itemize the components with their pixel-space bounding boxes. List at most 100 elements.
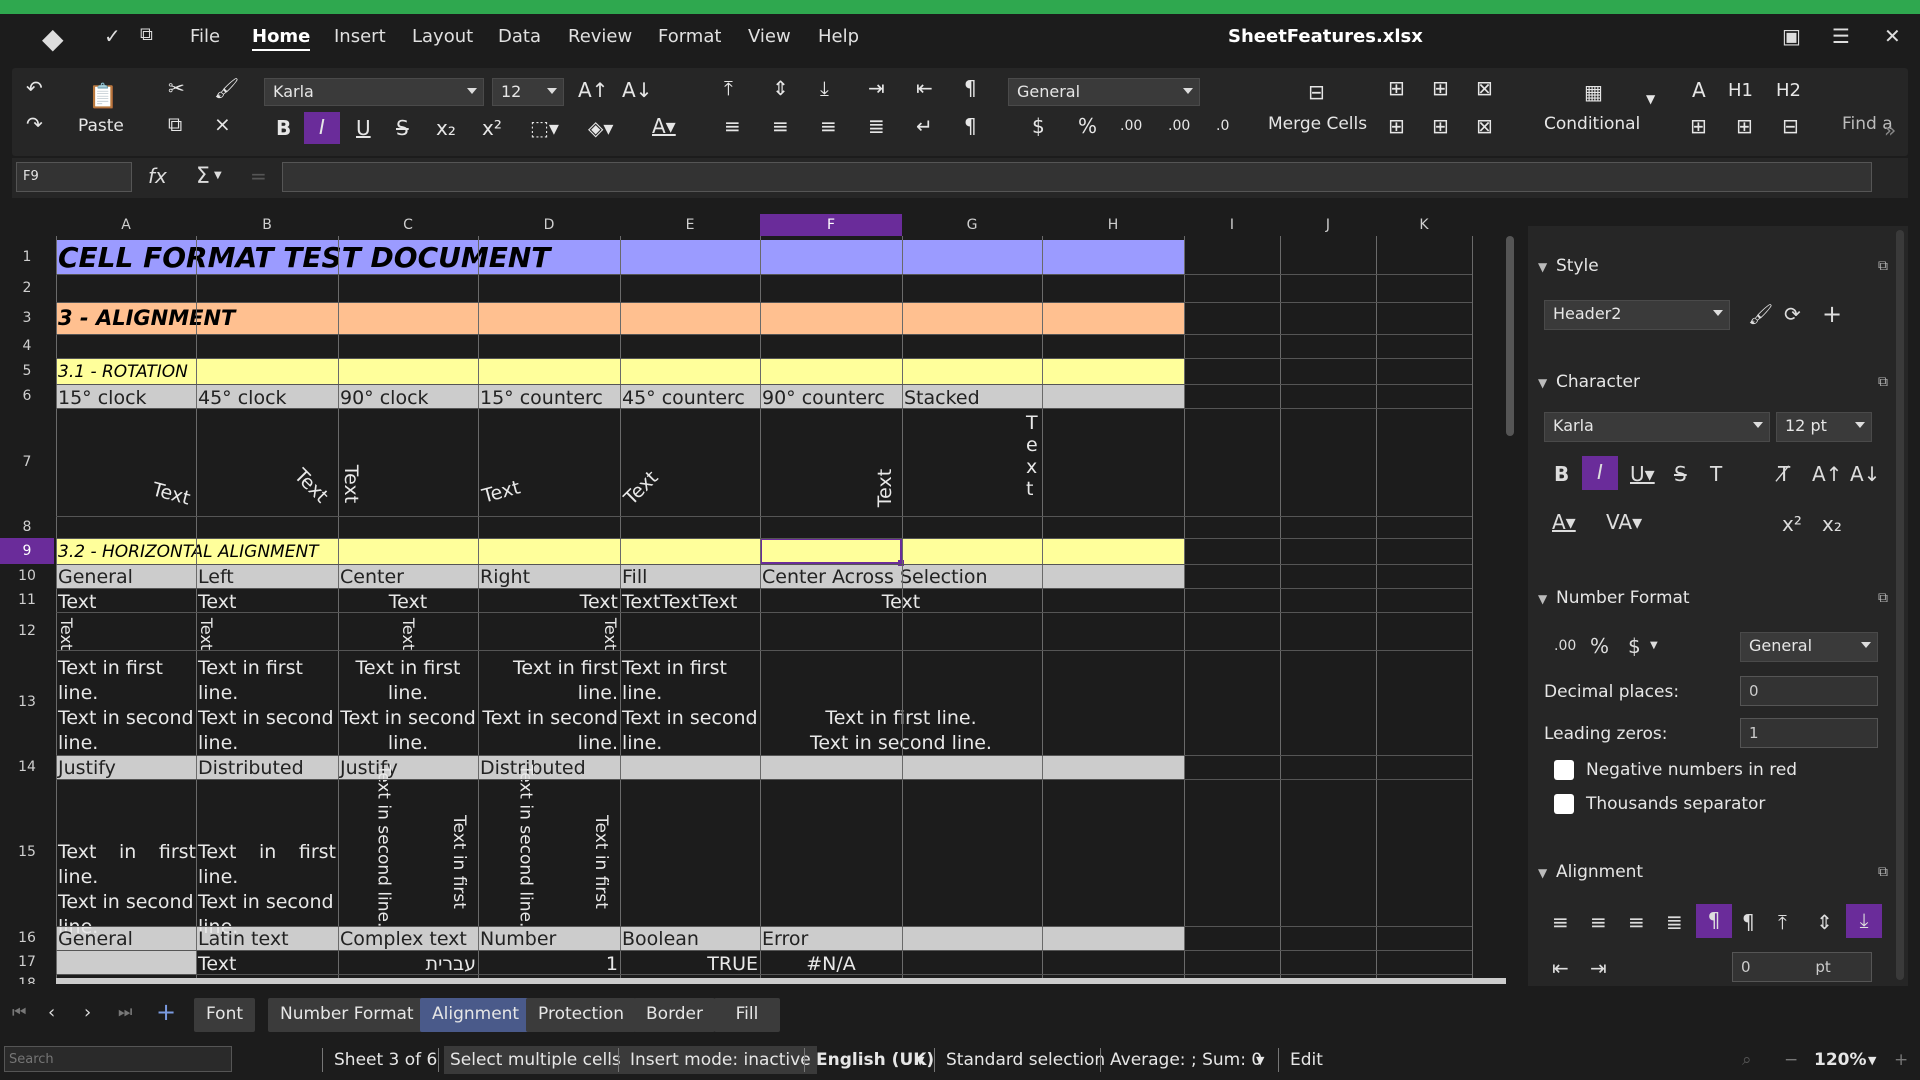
cell-d7[interactable]: Text: [480, 475, 523, 508]
menu-layout[interactable]: Layout: [412, 26, 473, 47]
column-header[interactable]: E: [620, 214, 760, 236]
menu-insert[interactable]: Insert: [334, 26, 386, 47]
summary-dropdown-icon[interactable]: ▼: [1256, 1054, 1264, 1067]
expand-style-icon[interactable]: ⧉: [1878, 258, 1888, 274]
paste-label[interactable]: Paste: [78, 116, 124, 136]
tab-border[interactable]: Border: [634, 998, 715, 1032]
tab-protection[interactable]: Protection: [526, 998, 637, 1032]
grow-font-icon[interactable]: A↑: [578, 78, 608, 102]
remove-decimal-button[interactable]: .0: [1216, 118, 1229, 134]
row-header[interactable]: 13: [0, 650, 54, 755]
shrink-font-icon[interactable]: A↓: [622, 78, 652, 102]
paint-style-icon[interactable]: 🖌: [1748, 302, 1773, 326]
app-logo-icon[interactable]: ◆: [42, 22, 64, 55]
char-font-combo[interactable]: Karla: [1544, 412, 1770, 442]
cell-d10[interactable]: Right: [480, 565, 530, 589]
cell-d15-vert-b[interactable]: Text in first: [589, 815, 613, 909]
rtl-icon[interactable]: ¶: [1742, 910, 1755, 934]
sheet-indicator[interactable]: Sheet 3 of 6: [334, 1050, 437, 1070]
style-combo[interactable]: Header2: [1544, 300, 1730, 330]
row-header[interactable]: 9: [0, 538, 54, 564]
cell-e10[interactable]: Fill: [622, 565, 647, 589]
align-right-icon[interactable]: ≡: [1628, 910, 1645, 934]
justify-icon[interactable]: ≣: [1666, 910, 1683, 934]
row-header[interactable]: 7: [0, 408, 54, 516]
ltr-icon[interactable]: ¶: [1696, 904, 1732, 938]
align-bottom-icon[interactable]: ⤓: [820, 76, 829, 100]
cell-b7[interactable]: Text: [289, 464, 333, 508]
cell-d6[interactable]: 15° counterc: [480, 386, 603, 410]
cell-c6[interactable]: 90° clock: [340, 386, 429, 410]
conditional-format-icon[interactable]: ▦: [1584, 80, 1603, 104]
grow-font-icon[interactable]: A↑: [1812, 462, 1842, 486]
align-left-icon[interactable]: ≡: [1552, 910, 1569, 934]
cell-b13-l4[interactable]: line.: [198, 731, 238, 755]
cell-c13-l3[interactable]: Text in second: [338, 706, 478, 730]
cell-c13-l1[interactable]: Text in first: [338, 656, 478, 680]
cell-a6[interactable]: 15° clock: [58, 386, 147, 410]
style-h1-button[interactable]: H1: [1728, 80, 1753, 101]
percent-icon[interactable]: %: [1590, 634, 1609, 658]
zoom-out-icon[interactable]: −: [1784, 1050, 1798, 1070]
cell-b15-l1[interactable]: Text in first: [198, 840, 336, 864]
number-format-section-head[interactable]: Number Format: [1556, 588, 1690, 608]
tab-alignment[interactable]: Alignment: [420, 998, 532, 1032]
subscript-icon[interactable]: x₂: [436, 116, 456, 140]
cell-d12[interactable]: Text: [598, 618, 622, 650]
cell-a13-l4[interactable]: line.: [58, 731, 98, 755]
row-header[interactable]: 16: [0, 926, 54, 950]
menu-format[interactable]: Format: [658, 26, 721, 47]
column-header[interactable]: B: [196, 214, 338, 236]
insert-col-after-icon[interactable]: ⊞: [1432, 114, 1449, 138]
strikethrough-icon[interactable]: S: [1674, 462, 1687, 486]
insert-row-above-icon[interactable]: ⊞: [1388, 76, 1405, 100]
row-header[interactable]: 1: [0, 240, 54, 274]
column-header[interactable]: G: [902, 214, 1042, 236]
cell-a13-l2[interactable]: line.: [58, 681, 98, 705]
column-header[interactable]: H: [1042, 214, 1184, 236]
delete-row-icon[interactable]: ⊠: [1476, 76, 1493, 100]
menu-review[interactable]: Review: [568, 26, 632, 47]
cell-f6[interactable]: 90° counterc: [762, 386, 885, 410]
cell-a5[interactable]: 3.1 - ROTATION: [58, 360, 188, 384]
zoom-in-icon[interactable]: +: [1894, 1050, 1908, 1070]
cell-c11[interactable]: Text: [340, 590, 476, 614]
expand-alignment-icon[interactable]: ⧉: [1878, 864, 1888, 880]
sum-dropdown-icon[interactable]: ▼: [214, 170, 222, 181]
valign-top-icon[interactable]: ⤒: [1778, 910, 1787, 934]
insert-row-below-icon[interactable]: ⊞: [1432, 76, 1449, 100]
zoom-search-icon[interactable]: ⌕: [1742, 1050, 1752, 1070]
align-right-icon[interactable]: ≡: [820, 114, 837, 138]
cell-c7[interactable]: Text: [339, 465, 363, 503]
prev-sheet-icon[interactable]: ‹: [48, 1002, 55, 1023]
rtl-paragraph-icon[interactable]: ¶: [964, 114, 977, 138]
thousands-separator-checkbox[interactable]: [1554, 794, 1574, 814]
italic-icon[interactable]: I: [1582, 456, 1618, 490]
cell-a12[interactable]: Text: [54, 618, 78, 650]
indent-input[interactable]: 0 pt: [1732, 952, 1872, 982]
selection-mode[interactable]: Select multiple cells: [444, 1046, 627, 1074]
cell-d13-l3[interactable]: Text in second: [478, 706, 618, 730]
chevron-right-icon[interactable]: »: [1884, 118, 1896, 142]
spreadsheet-grid[interactable]: A B C D E F G H I J K CELL FORMAT TEST D…: [0, 214, 1518, 984]
sum-icon[interactable]: Σ: [196, 164, 210, 189]
cut-icon[interactable]: ✂: [168, 76, 185, 100]
cell-b12[interactable]: Text: [194, 618, 218, 650]
cell-a13-l1[interactable]: Text in first: [58, 656, 163, 680]
chevron-down-icon[interactable]: ▼: [1538, 592, 1547, 606]
justify-icon[interactable]: ≣: [868, 114, 885, 138]
search-input[interactable]: [4, 1046, 232, 1072]
cell-a13-l3[interactable]: Text in second: [58, 706, 194, 730]
column-header[interactable]: D: [478, 214, 620, 236]
cell-a11[interactable]: Text: [58, 590, 96, 614]
list-menu-icon[interactable]: ☰: [1832, 24, 1850, 48]
cell-f16[interactable]: Error: [762, 927, 808, 951]
cell-e6[interactable]: 45° counterc: [622, 386, 745, 410]
cell-e17[interactable]: TRUE: [620, 952, 758, 976]
paragraph-icon[interactable]: ¶: [964, 76, 977, 100]
cell-b16[interactable]: Latin text: [198, 927, 289, 951]
cell-f11[interactable]: Text: [760, 590, 1042, 614]
cell-e13-l3[interactable]: Text in second: [622, 706, 758, 730]
insert-col-before-icon[interactable]: ⊞: [1388, 114, 1405, 138]
negative-red-checkbox[interactable]: [1554, 760, 1574, 780]
